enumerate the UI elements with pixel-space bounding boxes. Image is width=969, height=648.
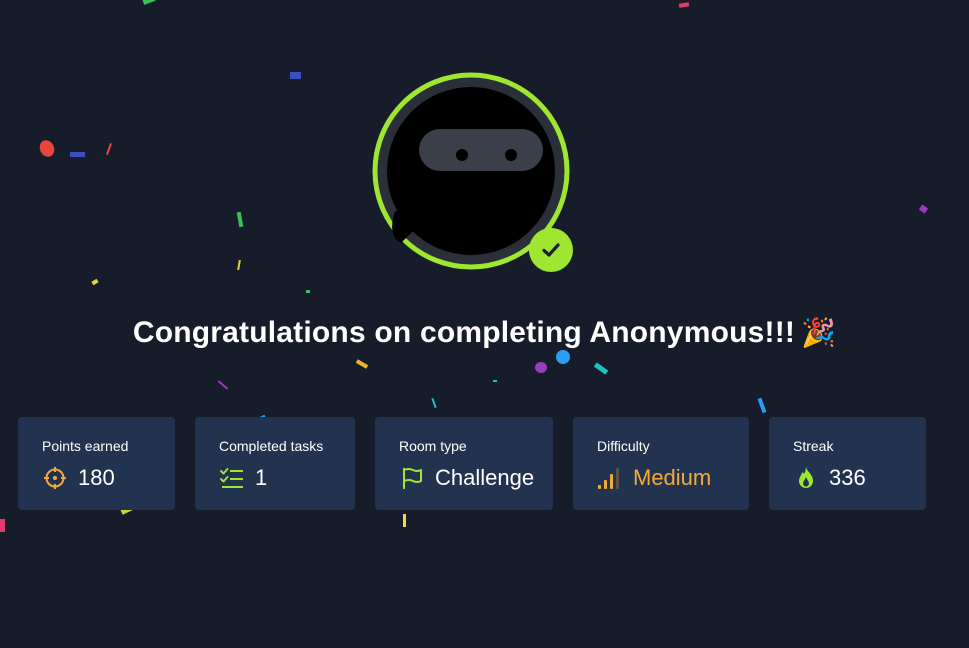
confetti-piece bbox=[142, 0, 156, 5]
confetti-piece bbox=[593, 362, 609, 375]
confetti-piece bbox=[918, 204, 929, 214]
completed-check-badge bbox=[529, 228, 573, 272]
confetti-piece bbox=[678, 2, 690, 8]
stat-value: 180 bbox=[78, 465, 115, 490]
confetti-piece bbox=[493, 380, 497, 382]
confetti-piece bbox=[91, 278, 99, 286]
confetti-piece bbox=[431, 397, 437, 409]
stat-card-room-type: Room type Challenge bbox=[375, 417, 553, 510]
page-title: Congratulations on completing Anonymous!… bbox=[0, 316, 969, 350]
stat-value: Medium bbox=[633, 465, 712, 490]
stat-label: Points earned bbox=[42, 438, 129, 454]
flame-icon bbox=[793, 465, 819, 491]
confetti-piece bbox=[70, 152, 85, 157]
stat-label: Difficulty bbox=[597, 438, 650, 454]
stat-label: Room type bbox=[399, 438, 467, 454]
confetti-piece bbox=[290, 72, 301, 79]
signal-bars-icon bbox=[597, 465, 623, 491]
stat-value: Challenge bbox=[435, 465, 535, 490]
confetti-piece bbox=[0, 519, 5, 532]
target-icon bbox=[42, 465, 68, 491]
confetti-piece bbox=[535, 362, 547, 373]
confetti-piece bbox=[236, 211, 244, 228]
confetti-piece bbox=[106, 143, 112, 155]
stat-value: 1 bbox=[255, 465, 268, 490]
page-title-text: Congratulations on completing Anonymous!… bbox=[132, 316, 796, 349]
confetti-piece bbox=[37, 137, 57, 160]
confetti-piece bbox=[237, 259, 241, 271]
stat-label: Streak bbox=[793, 438, 834, 454]
stat-card-completed-tasks: Completed tasks 1 bbox=[195, 417, 355, 510]
stat-card-difficulty: Difficulty Medium bbox=[573, 417, 749, 510]
confetti-piece bbox=[403, 514, 406, 527]
flag-icon bbox=[399, 465, 425, 491]
stat-label: Completed tasks bbox=[219, 438, 324, 454]
confetti-piece bbox=[556, 350, 570, 364]
confetti-piece bbox=[757, 397, 767, 414]
stat-card-points: Points earned 180 bbox=[18, 417, 175, 510]
party-popper-icon: 🎉 bbox=[801, 317, 837, 348]
confetti-piece bbox=[355, 359, 369, 369]
stat-card-streak: Streak 336 bbox=[769, 417, 926, 510]
confetti-piece bbox=[306, 290, 310, 293]
stat-value: 336 bbox=[829, 465, 866, 490]
check-icon bbox=[542, 243, 560, 257]
confetti-piece bbox=[217, 380, 229, 390]
checklist-icon bbox=[219, 465, 245, 491]
